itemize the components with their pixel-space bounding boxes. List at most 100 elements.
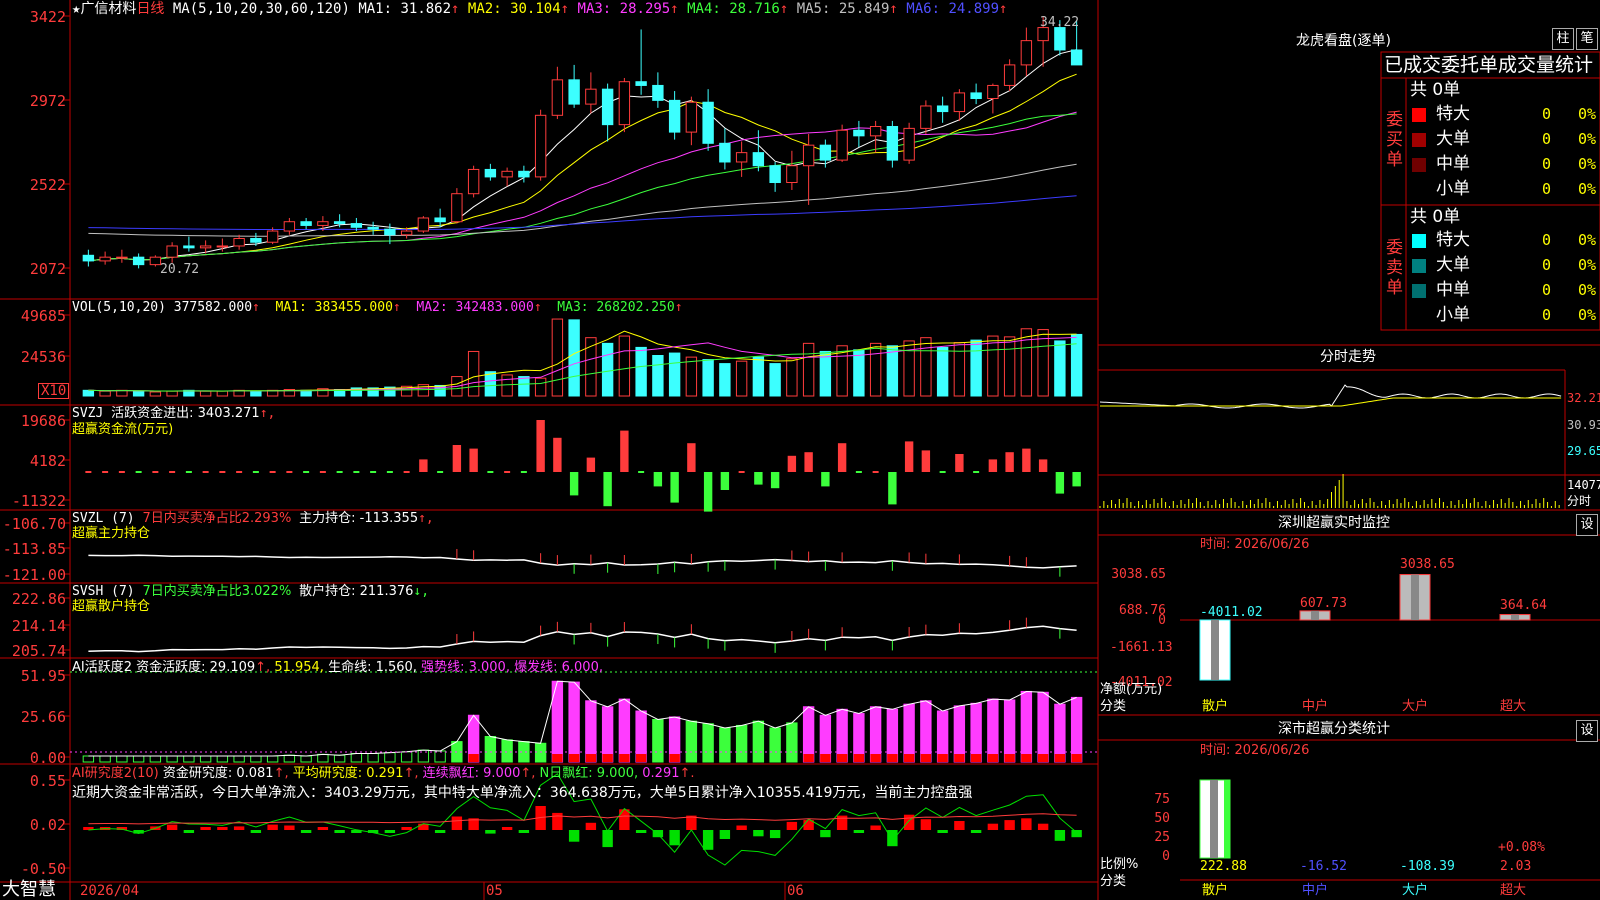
flow-bar (319, 471, 326, 473)
flow-bar (419, 459, 428, 472)
research-bar (485, 830, 496, 834)
candle-body (752, 152, 765, 167)
fenshi-tick: 30.93 (1567, 418, 1600, 432)
candle-body (534, 114, 547, 178)
flow-bar (469, 448, 478, 472)
candle-body (786, 165, 798, 184)
flow-bar (236, 471, 243, 473)
activity-bar (233, 755, 245, 763)
stats-value: -16.52 (1300, 859, 1347, 874)
activity-bar (350, 753, 363, 763)
candle-body (769, 165, 781, 184)
svsh-tick: 214.14 (11, 617, 66, 635)
price-tick: 2522 (29, 176, 66, 194)
buy-side-label: 委买单 (1386, 110, 1403, 170)
volume-bar (819, 350, 832, 397)
row-pct: 0% (1578, 281, 1597, 299)
volume-bar (735, 360, 748, 397)
activity-bar (317, 753, 329, 763)
app-logo[interactable]: 大智慧 (2, 881, 56, 899)
candle-body (250, 238, 262, 243)
svsh-pct: 7日内买卖净占比3.022% (142, 584, 292, 599)
tick-mode-button[interactable]: 笔 (1576, 28, 1598, 50)
volume-bar (199, 390, 212, 397)
candle-body (618, 81, 631, 126)
ai1-l5: 爆发线: 6.000, (514, 660, 603, 675)
svzj-label: 活跃资金进出: 3403.271 (111, 406, 260, 421)
stats-bar-core (1210, 780, 1218, 858)
ma6-arrow: ↑ (999, 1, 1008, 17)
row-pct: 0% (1578, 155, 1597, 173)
ai2-tick: 0.55 (29, 772, 66, 790)
flow-bar (754, 472, 763, 485)
candle-body (266, 230, 279, 243)
flow-bar (939, 471, 946, 473)
volume-bars (82, 318, 1083, 397)
research-bar (887, 830, 898, 847)
sell-side-label: 委卖单 (1386, 238, 1403, 298)
flow-bar (973, 471, 980, 473)
stats-settings-button[interactable]: 设 (1576, 720, 1598, 742)
volume-bar (786, 358, 798, 397)
monitor-tick: 0 (1158, 613, 1166, 628)
flow-bar (955, 454, 964, 472)
ai2-l2: 平均研究度: 0.291 (292, 766, 404, 781)
svzj-tick: 19686 (20, 412, 66, 430)
monitor-settings-button[interactable]: 设 (1576, 514, 1598, 536)
flow-bar (85, 471, 92, 473)
ma1-arrow: ↑ (451, 1, 460, 17)
price-tick: 2072 (29, 260, 66, 278)
ai1-header: AI活跃度2 资金活跃度: 29.109↑, 51.954, 生命线: 1.56… (72, 660, 603, 675)
row-pct: 0% (1578, 105, 1597, 123)
low-price-label: 20.72 (160, 262, 200, 277)
research-bar (970, 830, 982, 833)
row-name: 大单 (1436, 255, 1470, 275)
price-chart[interactable] (0, 0, 1600, 900)
flow-bar (653, 472, 663, 487)
svsh-label: 散户持仓: 211.376 (299, 584, 414, 599)
ai2-tick: -0.50 (20, 860, 66, 878)
panel-title: 龙虎看盘(逐单) (1296, 33, 1391, 49)
period-label[interactable]: 日线 (136, 1, 164, 17)
x-label: 2026/04 (80, 883, 140, 899)
flow-bar (386, 471, 393, 473)
candle-body (283, 221, 296, 232)
activity-bar (735, 724, 748, 763)
stats-cat: 大户 (1402, 883, 1429, 898)
flow-bar (286, 471, 293, 473)
research-bar (619, 809, 630, 830)
candle-body (300, 221, 312, 226)
volume-bar (568, 319, 580, 397)
right-panel-borders (1098, 51, 1600, 881)
candle-body (1020, 40, 1033, 66)
stats-tick: 75 (1154, 792, 1170, 807)
monitor-value-label: 364.64 (1500, 598, 1547, 613)
volume-bar (685, 356, 698, 397)
bar-mode-button[interactable]: 柱 (1552, 28, 1574, 50)
activity-bar (970, 702, 982, 763)
candle-body (987, 84, 999, 100)
research-bar (853, 830, 865, 833)
stats-tick: 0 (1162, 849, 1170, 864)
activity-bar (384, 752, 396, 763)
volume-bar (99, 390, 111, 397)
activity-base (987, 754, 999, 762)
research-bar (753, 830, 764, 837)
research-bar (384, 830, 396, 833)
flow-bar (252, 471, 259, 473)
ai2-l1: 资金研究度: 0.081 (162, 766, 274, 781)
legend-swatch (1412, 133, 1426, 147)
candle-body (568, 79, 580, 105)
candle-body (920, 105, 932, 129)
volume-bar (467, 350, 480, 397)
monitor-tick: -1661.13 (1110, 640, 1173, 655)
x-label: 06 (787, 883, 804, 899)
ai1-tick: 25.66 (20, 708, 66, 726)
volume-bar (551, 318, 564, 397)
stats-cat: 中户 (1302, 883, 1329, 898)
volume-bar (702, 359, 714, 397)
main-holding-polyline (88, 554, 1077, 569)
legend-swatch (1412, 108, 1426, 122)
stock-name: 广信材料 (80, 1, 137, 17)
flow-bar (670, 472, 679, 503)
